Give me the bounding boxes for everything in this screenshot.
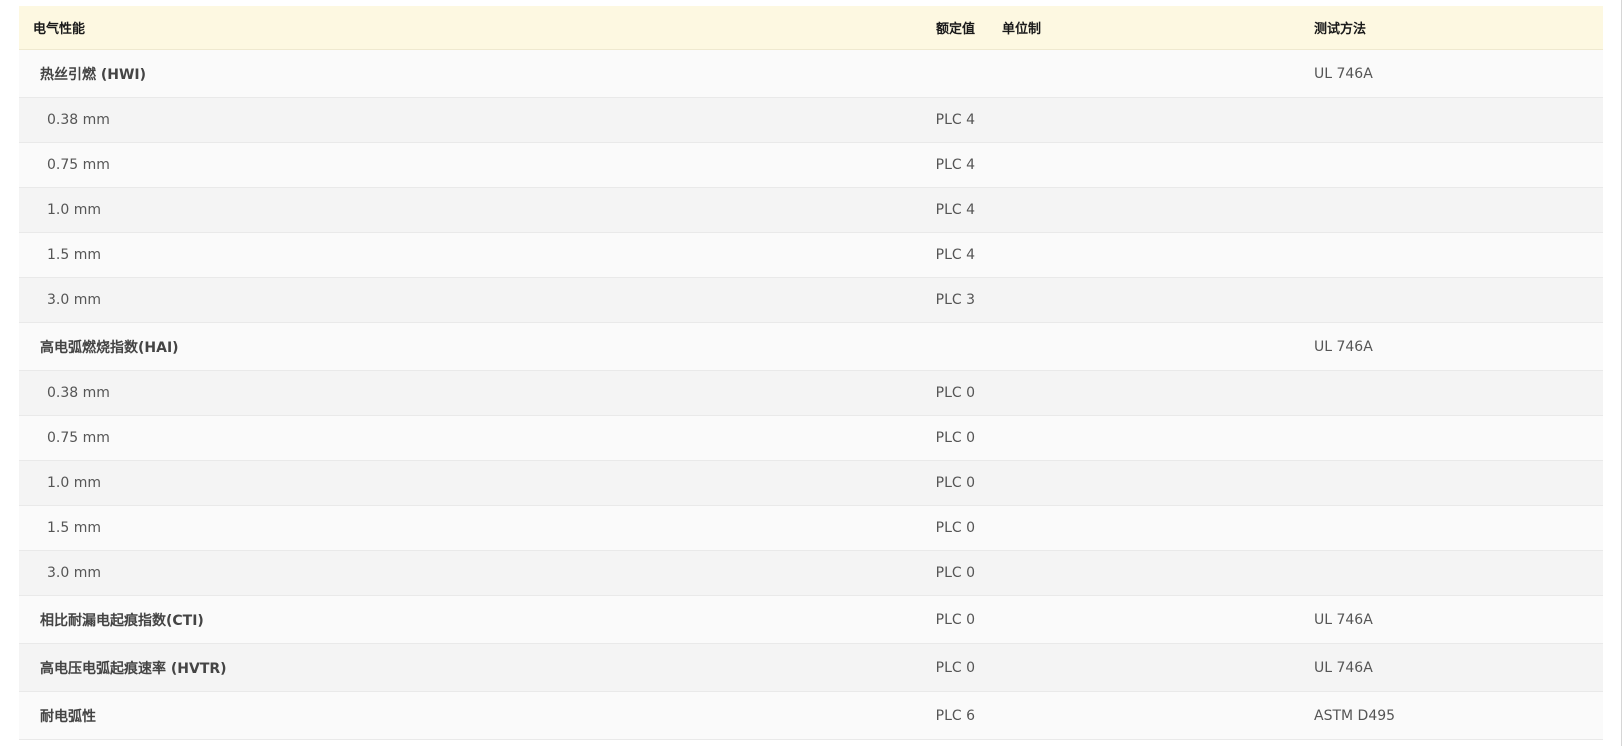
table-header-row: 电气性能 额定值 单位制 测试方法 — [19, 6, 1603, 50]
property-cell: 0.75 mm — [47, 430, 110, 446]
table-row: 1.0 mm PLC 0 — [19, 461, 1603, 506]
property-cell: 高电弧燃烧指数(HAI) — [40, 339, 179, 356]
value-cell: PLC 0 — [935, 659, 975, 676]
value-cell: PLC 0 — [935, 611, 975, 628]
test-method-cell: UL 746A — [1314, 659, 1373, 676]
table-row: 3.0 mm PLC 3 — [19, 278, 1603, 323]
table-group-row: 高电压电弧起痕速率 (HVTR) PLC 0 UL 746A — [19, 644, 1603, 692]
value-cell: PLC 0 — [935, 430, 975, 446]
test-method-cell: ASTM D495 — [1314, 707, 1396, 724]
value-cell: PLC 0 — [935, 565, 975, 581]
table-row: 0.38 mm PLC 0 — [19, 371, 1603, 416]
value-cell: PLC 4 — [935, 157, 975, 173]
test-method-cell: UL 746A — [1314, 338, 1373, 355]
value-cell: PLC 3 — [935, 292, 975, 308]
table-row: 1.5 mm PLC 0 — [19, 506, 1603, 551]
value-cell: PLC 6 — [935, 707, 975, 724]
property-cell: 1.5 mm — [47, 520, 101, 536]
table-group-row: 高电弧燃烧指数(HAI) UL 746A — [19, 323, 1603, 371]
value-cell: PLC 4 — [935, 247, 975, 263]
property-cell: 3.0 mm — [47, 565, 101, 581]
property-cell: 0.75 mm — [47, 157, 110, 173]
value-cell: PLC 4 — [935, 202, 975, 218]
value-cell: PLC 0 — [935, 520, 975, 536]
test-method-cell: UL 746A — [1314, 611, 1373, 628]
value-cell: PLC 0 — [935, 475, 975, 491]
property-cell: 1.0 mm — [47, 202, 101, 218]
property-cell: 高电压电弧起痕速率 (HVTR) — [40, 660, 227, 677]
header-unit: 单位制 — [1002, 22, 1042, 37]
test-method-cell: UL 746A — [1314, 65, 1373, 82]
table-row: 0.75 mm PLC 4 — [19, 143, 1603, 188]
table-group-row: 热丝引燃 (HWI) UL 746A — [19, 50, 1603, 98]
property-cell: 耐电弧性 — [40, 708, 96, 725]
table-group-row: 相比耐漏电起痕指数(CTI) PLC 0 UL 746A — [19, 596, 1603, 644]
header-test-method: 测试方法 — [1314, 22, 1367, 37]
property-cell: 3.0 mm — [47, 292, 101, 308]
table-row: 0.38 mm PLC 4 — [19, 98, 1603, 143]
property-cell: 相比耐漏电起痕指数(CTI) — [40, 612, 204, 629]
value-cell: PLC 0 — [935, 385, 975, 401]
property-cell: 0.38 mm — [47, 112, 110, 128]
table-body: 热丝引燃 (HWI) UL 746A 0.38 mm PLC 4 0.75 mm PLC … — [19, 50, 1603, 740]
table-row: 3.0 mm PLC 0 — [19, 551, 1603, 596]
header-value: 额定值 — [935, 22, 975, 37]
property-cell: 0.38 mm — [47, 385, 110, 401]
table-row: 1.5 mm PLC 4 — [19, 233, 1603, 278]
header-property: 电气性能 — [33, 22, 86, 37]
table-row: 1.0 mm PLC 4 — [19, 188, 1603, 233]
table-row: 0.75 mm PLC 0 — [19, 416, 1603, 461]
value-cell: PLC 4 — [935, 112, 975, 128]
electrical-properties-table: 电气性能 额定值 单位制 测试方法 热丝引燃 (HWI) UL 746A 0.38 … — [19, 6, 1603, 740]
property-cell: 1.0 mm — [47, 475, 101, 491]
property-cell: 热丝引燃 (HWI) — [40, 66, 147, 83]
table-group-row: 耐电弧性 PLC 6 ASTM D495 — [19, 692, 1603, 740]
property-cell: 1.5 mm — [47, 247, 101, 263]
